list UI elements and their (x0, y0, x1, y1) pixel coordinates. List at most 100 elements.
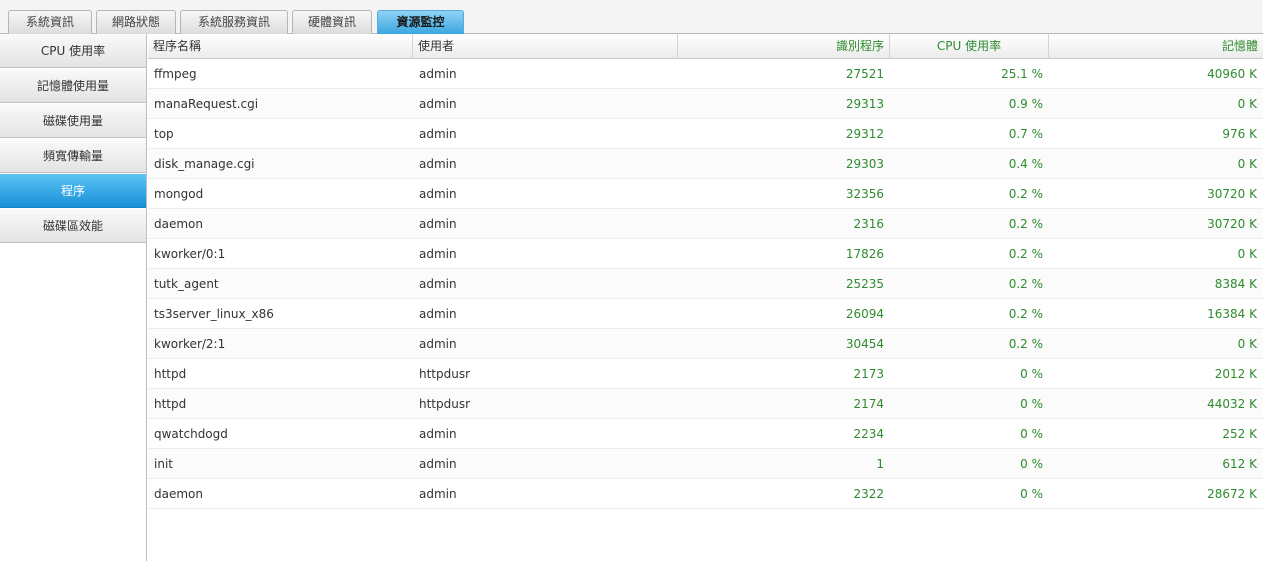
table-row[interactable]: daemon admin 2322 0 % 28672 K (148, 479, 1263, 509)
user-cell: httpdusr (419, 367, 471, 381)
pid-cell: 2173 (853, 367, 884, 381)
process-name-cell: httpd (154, 367, 187, 381)
memory-cell: 0 K (1237, 157, 1257, 171)
pid-cell: 26094 (845, 307, 884, 321)
pid-cell: 25235 (845, 277, 884, 291)
column-header-process-name[interactable]: 程序名稱 (148, 34, 413, 59)
memory-cell: 0 K (1237, 247, 1257, 261)
process-name-cell: daemon (154, 217, 203, 231)
memory-cell: 976 K (1222, 127, 1257, 141)
sidebar: CPU 使用率 記憶體使用量 磁碟使用量 頻寬傳輸量 程序 磁碟區效能 (0, 34, 147, 561)
tab-resource-monitor[interactable]: 資源監控 (377, 10, 464, 34)
cpu-usage-cell: 0.2 % (1008, 247, 1043, 261)
process-name-cell: top (154, 127, 174, 141)
process-name-cell: ffmpeg (154, 67, 197, 81)
table-header: 程序名稱 使用者 識別程序 CPU 使用率 記憶體 (148, 34, 1263, 59)
sidebar-item-processes[interactable]: 程序 (0, 174, 146, 208)
top-tab-bar: 系統資訊 網路狀態 系統服務資訊 硬體資訊 資源監控 (0, 0, 1263, 34)
sidebar-item-disk-usage[interactable]: 磁碟使用量 (0, 104, 146, 138)
table-row[interactable]: httpd httpdusr 2173 0 % 2012 K (148, 359, 1263, 389)
pid-cell: 17826 (845, 247, 884, 261)
pid-cell: 29313 (845, 97, 884, 111)
user-cell: httpdusr (419, 397, 471, 411)
user-cell: admin (419, 67, 457, 81)
table-row[interactable]: httpd httpdusr 2174 0 % 44032 K (148, 389, 1263, 419)
cpu-usage-cell: 0.4 % (1008, 157, 1043, 171)
process-name-cell: tutk_agent (154, 277, 219, 291)
column-header-memory[interactable]: 記憶體 (1049, 34, 1263, 59)
pid-cell: 29303 (845, 157, 884, 171)
cpu-usage-cell: 0 % (1020, 487, 1043, 501)
column-header-pid[interactable]: 識別程序 (678, 34, 890, 59)
cpu-usage-cell: 0.2 % (1008, 307, 1043, 321)
cpu-usage-cell: 0 % (1020, 367, 1043, 381)
user-cell: admin (419, 457, 457, 471)
memory-cell: 612 K (1222, 457, 1257, 471)
sidebar-item-cpu-usage[interactable]: CPU 使用率 (0, 34, 146, 68)
memory-cell: 2012 K (1214, 367, 1257, 381)
pid-cell: 2316 (853, 217, 884, 231)
cpu-usage-cell: 0.2 % (1008, 187, 1043, 201)
pid-cell: 2234 (853, 427, 884, 441)
process-table: 程序名稱 使用者 識別程序 CPU 使用率 記憶體 ffmpeg admin 275… (148, 34, 1263, 509)
process-name-cell: init (154, 457, 173, 471)
process-name-cell: manaRequest.cgi (154, 97, 259, 111)
tab-hardware-info[interactable]: 硬體資訊 (292, 10, 372, 34)
table-row[interactable]: mongod admin 32356 0.2 % 30720 K (148, 179, 1263, 209)
memory-cell: 252 K (1222, 427, 1257, 441)
table-row[interactable]: daemon admin 2316 0.2 % 30720 K (148, 209, 1263, 239)
process-name-cell: kworker/0:1 (154, 247, 226, 261)
process-name-cell: qwatchdogd (154, 427, 228, 441)
user-cell: admin (419, 427, 457, 441)
cpu-usage-cell: 0 % (1020, 427, 1043, 441)
table-row[interactable]: tutk_agent admin 25235 0.2 % 8384 K (148, 269, 1263, 299)
column-header-user[interactable]: 使用者 (413, 34, 678, 59)
user-cell: admin (419, 97, 457, 111)
tab-system-service-info[interactable]: 系統服務資訊 (180, 10, 288, 34)
memory-cell: 44032 K (1207, 397, 1257, 411)
table-row[interactable]: qwatchdogd admin 2234 0 % 252 K (148, 419, 1263, 449)
user-cell: admin (419, 277, 457, 291)
user-cell: admin (419, 247, 457, 261)
pid-cell: 32356 (845, 187, 884, 201)
process-name-cell: kworker/2:1 (154, 337, 226, 351)
table-row[interactable]: disk_manage.cgi admin 29303 0.4 % 0 K (148, 149, 1263, 179)
table-body: ffmpeg admin 27521 25.1 % 40960 K manaRequest… (148, 59, 1263, 509)
process-name-cell: ts3server_linux_x86 (154, 307, 274, 321)
table-row[interactable]: manaRequest.cgi admin 29313 0.9 % 0 K (148, 89, 1263, 119)
cpu-usage-cell: 25.1 % (1001, 67, 1043, 81)
table-row[interactable]: kworker/0:1 admin 17826 0.2 % 0 K (148, 239, 1263, 269)
column-header-cpu-usage[interactable]: CPU 使用率 (890, 34, 1049, 59)
pid-cell: 29312 (845, 127, 884, 141)
cpu-usage-cell: 0 % (1020, 397, 1043, 411)
table-row[interactable]: kworker/2:1 admin 30454 0.2 % 0 K (148, 329, 1263, 359)
memory-cell: 30720 K (1207, 187, 1257, 201)
pid-cell: 1 (876, 457, 884, 471)
tab-system-info[interactable]: 系統資訊 (8, 10, 92, 34)
table-row[interactable]: init admin 1 0 % 612 K (148, 449, 1263, 479)
pid-cell: 2174 (853, 397, 884, 411)
cpu-usage-cell: 0.2 % (1008, 217, 1043, 231)
tab-network-status[interactable]: 網路狀態 (96, 10, 176, 34)
sidebar-item-volume-performance[interactable]: 磁碟區效能 (0, 209, 146, 243)
user-cell: admin (419, 157, 457, 171)
sidebar-item-bandwidth[interactable]: 頻寬傳輸量 (0, 139, 146, 173)
process-name-cell: httpd (154, 397, 187, 411)
memory-cell: 16384 K (1207, 307, 1257, 321)
table-row[interactable]: ts3server_linux_x86 admin 26094 0.2 % 16384 … (148, 299, 1263, 329)
sidebar-item-memory-usage[interactable]: 記憶體使用量 (0, 69, 146, 103)
memory-cell: 8384 K (1214, 277, 1257, 291)
user-cell: admin (419, 187, 457, 201)
pid-cell: 30454 (845, 337, 884, 351)
process-name-cell: daemon (154, 487, 203, 501)
user-cell: admin (419, 307, 457, 321)
cpu-usage-cell: 0.2 % (1008, 337, 1043, 351)
user-cell: admin (419, 217, 457, 231)
table-row[interactable]: top admin 29312 0.7 % 976 K (148, 119, 1263, 149)
memory-cell: 0 K (1237, 97, 1257, 111)
table-row[interactable]: ffmpeg admin 27521 25.1 % 40960 K (148, 59, 1263, 89)
pid-cell: 2322 (853, 487, 884, 501)
memory-cell: 40960 K (1207, 67, 1257, 81)
user-cell: admin (419, 337, 457, 351)
memory-cell: 28672 K (1207, 487, 1257, 501)
